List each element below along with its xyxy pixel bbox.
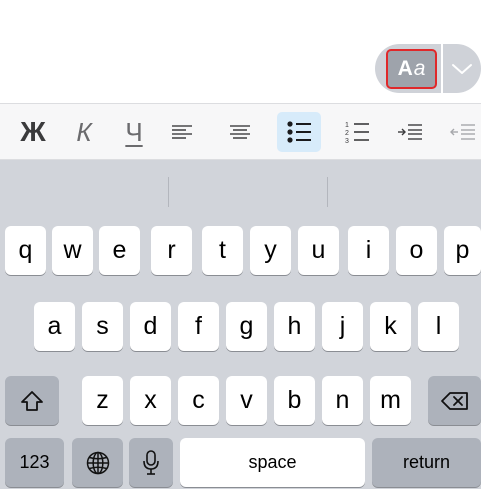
key-q[interactable]: q [5,226,46,275]
numbered-list-icon: 123 [345,122,369,144]
underline-label: Ч [125,116,143,147]
key-e[interactable]: e [99,226,140,275]
key-a[interactable]: a [34,302,75,351]
align-left-button[interactable] [160,112,204,152]
key-z[interactable]: z [82,376,123,425]
suggestion-divider [168,177,169,207]
numbered-list-button[interactable]: 123 [335,112,379,152]
key-w[interactable]: w [52,226,93,275]
format-button-label-italic: a [413,57,426,80]
key-o[interactable]: o [396,226,437,275]
key-x[interactable]: x [130,376,171,425]
key-c[interactable]: c [178,376,219,425]
microphone-icon [143,449,159,475]
outdent-icon [450,124,475,140]
key-i[interactable]: i [348,226,389,275]
text-format-button[interactable]: Aa [386,49,437,89]
delete-key[interactable] [428,376,481,425]
dismiss-keyboard-button[interactable] [443,44,481,93]
key-h[interactable]: h [274,302,315,351]
key-b[interactable]: b [274,376,315,425]
shift-key[interactable] [5,376,59,425]
bold-label: Ж [20,116,46,147]
key-l[interactable]: l [418,302,459,351]
key-f[interactable]: f [178,302,219,351]
globe-icon [86,451,109,474]
svg-text:3: 3 [345,138,349,144]
align-center-icon [230,125,250,139]
globe-key[interactable] [72,438,123,487]
key-k[interactable]: k [370,302,411,351]
key-n[interactable]: n [322,376,363,425]
key-p[interactable]: p [444,226,481,275]
key-j[interactable]: j [322,302,363,351]
format-control-group: Aa [375,44,481,93]
bold-button[interactable]: Ж [11,112,55,152]
bulleted-list-button[interactable] [277,112,321,152]
format-button-container: Aa [375,44,441,93]
space-key[interactable]: space [180,438,365,487]
svg-text:2: 2 [345,130,349,137]
bulleted-list-icon [287,121,311,143]
shift-icon [21,390,43,411]
align-center-button[interactable] [218,112,262,152]
indent-button[interactable] [388,112,432,152]
suggestion-divider [327,177,328,207]
key-v[interactable]: v [226,376,267,425]
outdent-button[interactable] [440,112,481,152]
chevron-down-icon [452,63,472,74]
key-u[interactable]: u [298,226,339,275]
text-editor-area[interactable]: Aa [0,0,481,103]
key-t[interactable]: t [202,226,243,275]
key-y[interactable]: y [250,226,291,275]
numbers-key[interactable]: 123 [5,438,64,487]
key-r[interactable]: r [151,226,192,275]
align-left-icon [172,125,192,139]
key-d[interactable]: d [130,302,171,351]
return-key[interactable]: return [372,438,481,487]
key-s[interactable]: s [82,302,123,351]
keyboard: q w e r t y u i o p a s d f g h j k l z … [0,160,481,489]
formatting-toolbar: Ж К Ч 123 [0,103,481,160]
underline-button[interactable]: Ч [112,112,156,152]
key-m[interactable]: m [370,376,411,425]
indent-icon [398,124,422,140]
italic-label: К [76,116,92,147]
key-g[interactable]: g [226,302,267,351]
format-button-label-bold: A [397,57,413,80]
backspace-icon [440,391,468,410]
svg-text:1: 1 [345,122,349,129]
italic-button[interactable]: К [62,112,106,152]
dictation-key[interactable] [129,438,173,487]
